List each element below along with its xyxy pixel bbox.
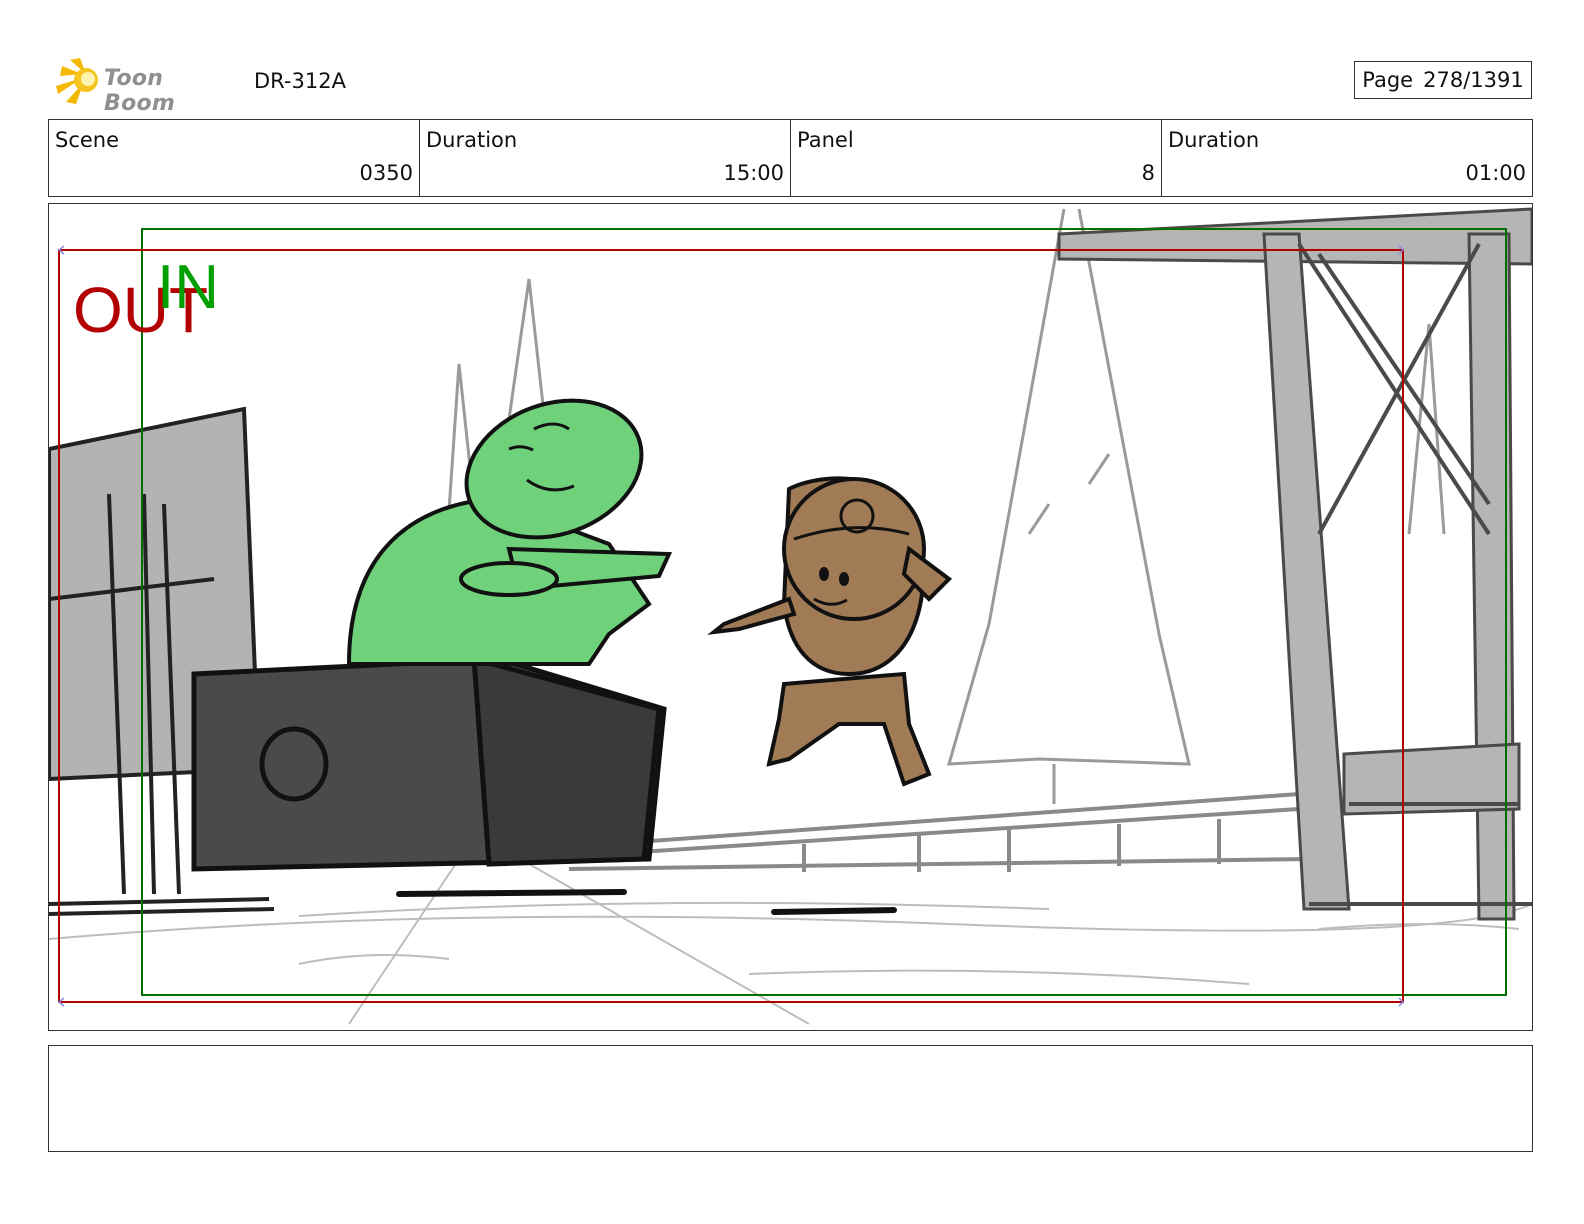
document-id: DR-312A: [254, 69, 346, 93]
panel-notes-box: [48, 1045, 1533, 1152]
panel-value: 8: [1141, 161, 1155, 185]
page-value: 278/1391: [1423, 68, 1524, 92]
storyboard-panel: OUT IN: [48, 203, 1533, 1031]
scene-duration-cell: Duration 15:00: [420, 120, 791, 196]
panel-info-row: Scene 0350 Duration 15:00 Panel 8 Durati…: [48, 119, 1533, 197]
starburst-icon: [56, 58, 98, 104]
panel-duration-value: 01:00: [1465, 161, 1526, 185]
scene-duration-value: 15:00: [723, 161, 784, 185]
toon-boom-logo: Toon Boom: [52, 56, 242, 116]
storyboard-sketch: OUT IN: [49, 207, 1532, 1025]
scene-value: 0350: [359, 161, 413, 185]
in-frame-label: IN: [157, 253, 219, 322]
panel-duration-cell: Duration 01:00: [1162, 120, 1532, 196]
scene-label: Scene: [55, 128, 120, 152]
panel-label: Panel: [797, 128, 854, 152]
panel-duration-label: Duration: [1168, 128, 1260, 152]
page-indicator: Page 278/1391: [1354, 61, 1532, 99]
panel-cell: Panel 8: [791, 120, 1162, 196]
scene-cell: Scene 0350: [49, 120, 420, 196]
brand-name: Toon Boom: [104, 66, 176, 116]
scene-duration-label: Duration: [426, 128, 518, 152]
page-label: Page: [1362, 68, 1414, 92]
